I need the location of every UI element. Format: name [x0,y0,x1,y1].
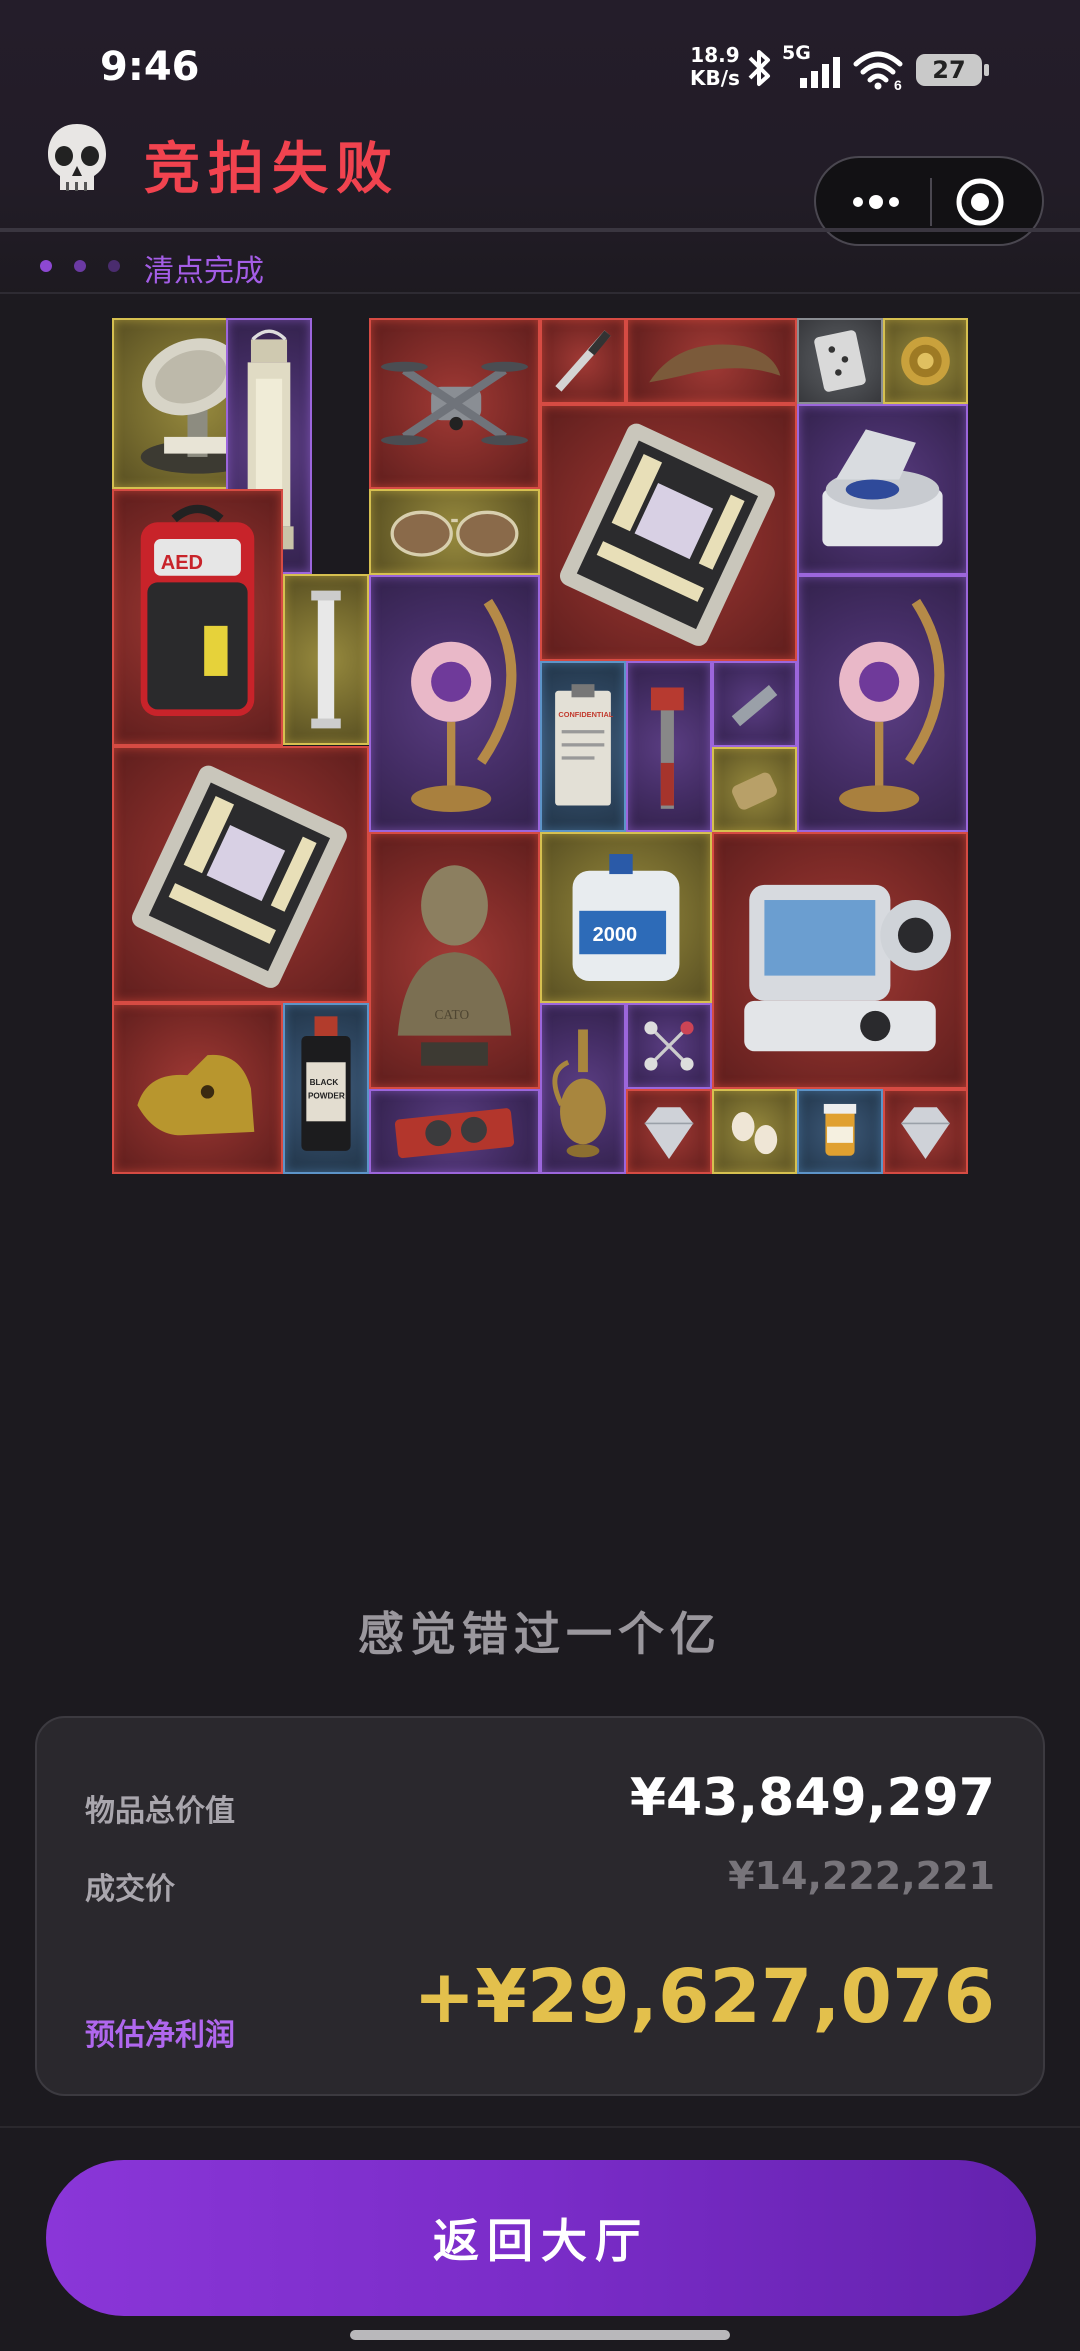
deal-price-label: 成交价 [85,1872,175,1907]
progress-indicator: 清点完成 [0,236,1080,296]
estimated-profit-amount: +¥29,627,076 [413,1954,995,2040]
battery-level: 27 [932,56,966,84]
network-speed-unit: KB/s [690,66,740,90]
status-time: 9:46 [100,44,200,90]
header-divider [0,228,1080,232]
result-tagline: 感觉错过一个亿 [358,1607,722,1661]
progress-label: 清点完成 [144,254,264,289]
estimated-profit-label: 预估净利润 [85,2018,235,2053]
return-lobby-button[interactable]: 返回大厅 [46,2160,1036,2316]
bust-label: CATO [434,1007,469,1022]
skull-icon [48,124,106,191]
loot-item-aed-defibrillator[interactable]: AED [112,489,283,746]
loot-item-golden-animal-head[interactable] [112,1003,283,1174]
total-value-amount: ¥43,849,297 [629,1768,995,1828]
footer-divider [0,2126,1080,2128]
loot-item-circuit-board[interactable] [112,746,369,1003]
loot-item-graphics-card[interactable] [369,1089,540,1174]
home-indicator[interactable] [350,2330,730,2340]
network-speed-value: 18.9 [690,43,740,67]
loot-item-diamond[interactable] [883,1089,968,1174]
loot-item-black-powder-bottle[interactable]: BLACK POWDER [283,1003,369,1174]
network-speed: 18.9 KB/s [690,44,740,90]
jerrycan-label: 2000 [593,924,638,946]
loot-item-brass-cylinder[interactable] [712,747,797,832]
wifi-badge: 6 [894,77,902,90]
loot-item-centrifuge[interactable] [797,404,968,575]
page-header: 竞拍失败 [0,110,1080,246]
more-options-icon[interactable] [846,180,906,224]
progress-dot [108,260,120,272]
loot-item-confidential-clipboard[interactable]: CONFIDENTIAL [540,661,626,832]
loot-item-horn-claw[interactable] [626,318,797,404]
progress-dot [74,260,86,272]
clipboard-label: CONFIDENTIAL [558,710,613,719]
progress-dot [40,260,52,272]
wifi-icon: 6 [853,51,903,90]
powder-label-line2: POWDER [308,1091,345,1100]
progress-divider [0,292,1080,294]
loot-item-aviator-sunglasses[interactable] [369,489,540,575]
loot-item-moon-lamp[interactable] [369,575,540,832]
loot-item-ornate-vase[interactable] [540,1003,626,1174]
loot-item-pen[interactable] [540,318,626,404]
cellular-signal-icon [800,57,840,88]
result-summary-card: 物品总价值 ¥43,849,297 成交价 ¥14,222,221 预估净利润 … [35,1716,1045,2096]
loot-item-jerrycan[interactable]: 2000 [540,832,712,1003]
loot-item-molecule-model[interactable] [626,1003,712,1089]
loot-item-diamond[interactable] [626,1089,712,1174]
mini-program-capsule [814,156,1044,246]
capsule-divider [930,178,932,226]
battery-icon: 27 [916,54,989,86]
page-title: 竞拍失败 [144,137,400,202]
close-target-icon[interactable] [952,176,1008,228]
loot-item-playing-card[interactable] [797,318,883,404]
loot-item-pipe-wrench[interactable] [626,661,712,832]
deal-price-amount: ¥14,222,221 [728,1854,995,1898]
bluetooth-icon [748,50,770,86]
powder-label-line1: BLACK [310,1078,339,1087]
loot-item-circuit-board[interactable] [540,404,797,661]
loot-item-pearls[interactable] [712,1089,797,1174]
loot-item-pill-bottle[interactable] [797,1089,883,1174]
aed-label: AED [161,552,203,574]
loot-item-glass-tube[interactable] [283,574,369,745]
loot-item-cato-bust[interactable]: CATO [369,832,540,1089]
loot-item-metal-bar[interactable] [712,661,797,747]
loot-item-gold-coin[interactable] [883,318,968,404]
loot-item-moon-lamp[interactable] [797,575,968,832]
loot-item-medical-ventilator[interactable] [712,832,968,1089]
loot-item-drone[interactable] [369,318,540,489]
total-value-label: 物品总价值 [85,1794,235,1829]
loot-grid: AED CONFIDENTIAL CATO 2000 BLACK POWDER [112,318,968,1174]
